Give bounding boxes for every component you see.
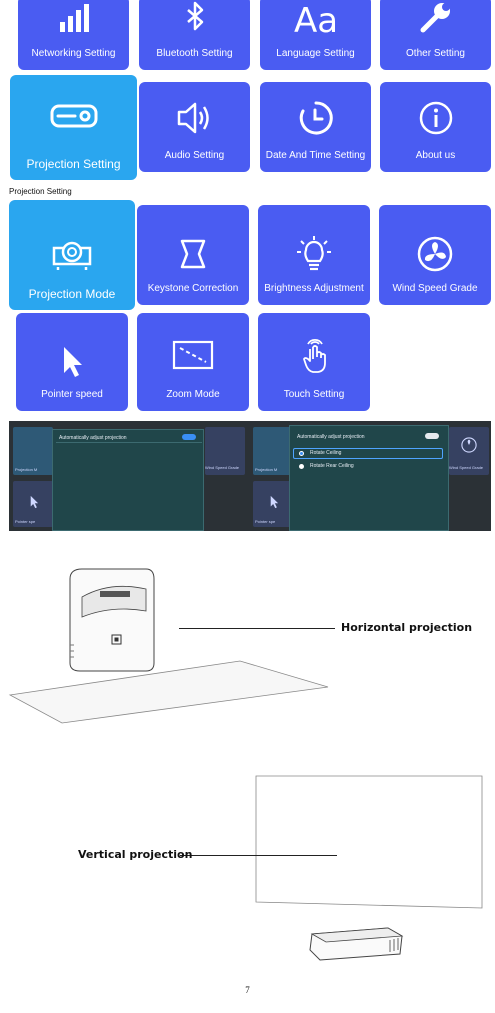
vertical-projection-label: Vertical projection — [78, 848, 193, 861]
bg-tile-label: Pointer spe — [15, 519, 36, 524]
tile-label: Date And Time Setting — [265, 150, 366, 161]
tile-zoom-mode[interactable]: Zoom Mode — [137, 313, 249, 411]
tile-label: Audio Setting — [164, 150, 225, 161]
wrench-icon — [420, 3, 450, 33]
tile-label: Touch Setting — [283, 389, 345, 400]
tile-audio-setting[interactable]: Audio Setting — [139, 82, 250, 172]
tile-label: Projection Setting — [26, 157, 121, 171]
auto-adjust-dialog — [52, 429, 204, 531]
lightbulb-icon — [297, 236, 331, 271]
vertical-projection-illustration — [255, 775, 483, 961]
info-icon — [419, 101, 452, 135]
tile-label: Pointer speed — [41, 389, 103, 400]
bg-tile-label: Projection M — [15, 467, 38, 472]
auto-adjust-dialog — [289, 425, 449, 531]
bg-tile-label: Pointer spe — [255, 519, 276, 524]
projector-body — [69, 568, 155, 672]
speaker-icon — [177, 102, 209, 134]
tile-other-setting[interactable]: Other Setting — [380, 0, 491, 70]
tile-projection-setting[interactable]: Projection Setting — [10, 75, 137, 180]
tile-label: Wind Speed Grade — [392, 283, 478, 294]
section-caption: Projection Setting — [9, 187, 72, 196]
tile-label: Other Setting — [406, 48, 465, 59]
auto-adjust-label: Automatically adjust projection — [297, 434, 365, 440]
page-number: 7 — [245, 985, 250, 995]
horizontal-leader-line — [179, 628, 335, 629]
fan-icon — [417, 236, 453, 272]
tile-label: Networking Setting — [31, 48, 116, 59]
bg-tile-label: Projection M — [255, 467, 278, 472]
signal-bars-icon — [59, 4, 89, 32]
screenshot-auto-adjust-options: Projection M Pointer spe Wind Speed Grad… — [249, 421, 491, 531]
cursor-arrow-icon — [64, 347, 82, 377]
tile-keystone-correction[interactable]: Keystone Correction — [137, 205, 249, 305]
projection-surface — [8, 660, 329, 724]
auto-adjust-toggle[interactable] — [425, 433, 439, 439]
tile-brightness-adjustment[interactable]: Brightness Adjustment — [258, 205, 370, 305]
tile-label: Keystone Correction — [147, 283, 239, 294]
auto-adjust-label: Automatically adjust projection — [59, 435, 127, 441]
tile-language-setting[interactable]: Aa Language Setting — [260, 0, 371, 70]
horizontal-projection-label: Horizontal projection — [341, 621, 473, 634]
tile-touch-setting[interactable]: Touch Setting — [258, 313, 370, 411]
tile-label: Language Setting — [276, 48, 355, 59]
cursor-arrow-icon — [30, 495, 39, 509]
bluetooth-icon — [186, 1, 203, 31]
bg-tile-label: Wind Speed Grade — [449, 465, 484, 470]
option-label: Rotate Ceiling — [310, 450, 342, 456]
tile-date-time-setting[interactable]: Date And Time Setting — [260, 82, 371, 172]
vertical-leader-line — [180, 855, 337, 856]
tile-label: Bluetooth Setting — [156, 48, 233, 59]
language-aa-icon: Aa — [293, 1, 337, 38]
tile-bluetooth-setting[interactable]: Bluetooth Setting — [139, 0, 250, 70]
tile-pointer-speed[interactable]: Pointer speed — [16, 313, 128, 411]
tile-label: Brightness Adjustment — [264, 283, 364, 294]
tile-wind-speed-grade[interactable]: Wind Speed Grade — [379, 205, 491, 305]
horizontal-projection-illustration — [8, 568, 329, 724]
auto-adjust-toggle[interactable] — [182, 434, 196, 440]
cursor-arrow-icon — [270, 495, 279, 509]
tile-projection-mode[interactable]: Projection Mode — [9, 200, 135, 310]
radio-rotate-rear-ceiling[interactable] — [299, 464, 304, 469]
clock-icon — [299, 101, 333, 135]
option-label: Rotate Rear Ceiling — [310, 463, 354, 469]
tile-label: Projection Mode — [28, 287, 116, 301]
svg-text:Aa: Aa — [293, 1, 337, 38]
tile-about-us[interactable]: About us — [380, 82, 491, 172]
touch-hand-icon — [303, 338, 326, 373]
projector-lens-icon — [52, 241, 92, 270]
zoom-frame-icon — [172, 340, 214, 370]
projector-icon — [50, 104, 97, 128]
tile-networking-setting[interactable]: Networking Setting — [18, 0, 129, 70]
bg-tile-label: Wind Speed Grade — [205, 465, 240, 470]
radio-rotate-ceiling[interactable] — [299, 451, 304, 456]
fan-icon — [461, 437, 477, 453]
screenshot-auto-adjust-off: Projection M Pointer spe Wind Speed Grad… — [9, 421, 249, 531]
tile-label: Zoom Mode — [166, 389, 220, 400]
tile-label: About us — [415, 150, 456, 161]
projection-screen — [255, 775, 483, 909]
keystone-icon — [180, 239, 206, 269]
